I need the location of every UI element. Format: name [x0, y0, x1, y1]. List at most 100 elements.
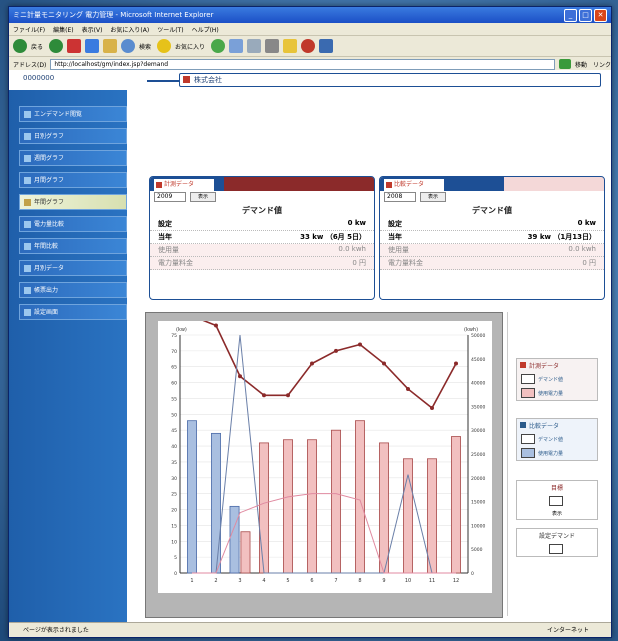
legend-item[interactable]: 使用電力量	[517, 446, 597, 460]
go-label[interactable]: 移動	[575, 60, 587, 69]
legend-item[interactable]: デマンド値	[517, 372, 597, 386]
bar	[240, 531, 251, 574]
page-content: 0000000 株式会社 エンデマンド閲覧 日別グラフ 週間グラフ 月間グラフ 年間グラ…	[9, 70, 611, 622]
sidebar-item[interactable]: 日別グラフ	[19, 128, 127, 144]
legend-target-show[interactable]: 表示	[517, 508, 597, 519]
address-label: アドレス(D)	[13, 61, 47, 69]
search-label[interactable]: 検索	[139, 42, 151, 51]
legend-target-row[interactable]	[517, 494, 597, 508]
row-value: 39 kw （1月13日）	[527, 233, 596, 241]
stop-icon[interactable]	[67, 39, 82, 53]
legend-current: 計測データ デマンド値 使用電力量	[516, 358, 598, 401]
y2-axis-label: (kwh)	[464, 327, 478, 333]
sidebar-item[interactable]: 月間グラフ	[19, 172, 127, 188]
x-tick-label: 8	[358, 578, 361, 584]
y2-tick-label: 50000	[471, 333, 485, 339]
links-label[interactable]: リンク	[593, 60, 611, 69]
line-icon	[521, 374, 535, 384]
series-point	[310, 361, 314, 366]
back-label[interactable]: 戻る	[31, 42, 43, 51]
sidebar-item[interactable]: 設定画面	[19, 304, 127, 320]
row-value: 0 円	[582, 259, 596, 267]
sidebar-item[interactable]: 年間グラフ	[19, 194, 127, 210]
sidebar-item[interactable]: 電力量比較	[19, 216, 127, 232]
panel-current: 計測データ 2009 表示 デマンド値 設定 0 kw 当年 33 kw （6月 5…	[149, 176, 375, 300]
row-label: 電力量料金	[388, 259, 423, 267]
panel-current-controls: 2009 表示	[150, 191, 374, 203]
favorites-label[interactable]: お気に入り	[175, 42, 205, 51]
show-button[interactable]: 表示	[420, 192, 446, 202]
menu-tools[interactable]: ツール(T)	[157, 25, 183, 34]
company-icon	[183, 76, 190, 83]
menu-view[interactable]: 表示(V)	[82, 25, 103, 34]
row-label: 設定	[158, 220, 172, 228]
demand-chart: 0510152025303540455055606570750500010000…	[171, 313, 485, 584]
search-icon[interactable]	[121, 39, 136, 53]
sidebar-nav: エンデマンド閲覧日別グラフ週間グラフ月間グラフ年間グラフ電力量比較年間比較月別デ…	[9, 90, 127, 622]
mail-icon[interactable]	[247, 39, 262, 53]
sidebar-item[interactable]: 年間比較	[19, 238, 127, 254]
panel-compare-controls: 2008 表示	[380, 191, 604, 203]
close-button[interactable]: ✕	[594, 8, 607, 22]
home-icon[interactable]	[103, 39, 118, 53]
menu-bar: ファイル(F) 編集(E) 表示(V) お気に入り(A) ツール(T) ヘルプ(…	[9, 23, 611, 36]
legend-item[interactable]: デマンド値	[517, 432, 597, 446]
row-value: 0 kw	[577, 219, 596, 227]
sidebar-item[interactable]: 月別データ	[19, 260, 127, 276]
chart-area: 0 5 10 15 20 25 30 35 40 45 50 55 60 65 70 75 0 5000 10000…	[158, 313, 492, 593]
sidebar-item-label: エンデマンド閲覧	[34, 111, 83, 118]
y-tick-label: 70	[171, 349, 177, 355]
sidebar-item[interactable]: エンデマンド閲覧	[19, 106, 127, 122]
row-label: 当年	[158, 233, 172, 241]
legend-item-label: デマンド値	[538, 436, 564, 443]
minimize-button[interactable]: _	[564, 8, 577, 22]
favorites-icon[interactable]	[157, 39, 172, 53]
maximize-button[interactable]: □	[579, 8, 592, 22]
window-title: ミニ計量モニタリング 電力管理 - Microsoft Internet Exp…	[13, 11, 214, 19]
forward-icon[interactable]	[49, 39, 64, 53]
y-axis-label: (kw)	[176, 327, 187, 333]
bar-icon	[521, 388, 535, 398]
row-charge: 電力量料金 0 円	[380, 257, 604, 270]
y-tick-label: 25	[171, 492, 177, 498]
legend-setting-title: 設定デマンド	[538, 533, 575, 540]
x-tick-label: 6	[310, 578, 313, 584]
nav-icon	[24, 243, 31, 250]
menu-favorites[interactable]: お気に入り(A)	[110, 25, 149, 34]
print-icon[interactable]	[265, 39, 280, 53]
year-select[interactable]: 2009	[154, 192, 186, 202]
y-tick-label: 75	[171, 333, 177, 339]
back-icon[interactable]	[13, 39, 27, 53]
sidebar-item[interactable]: 帳票出力	[19, 282, 127, 298]
bar	[187, 420, 197, 574]
menu-file[interactable]: ファイル(F)	[13, 25, 45, 34]
line-icon	[521, 434, 535, 444]
bar	[331, 429, 341, 574]
sidebar-item-label: 年間比較	[34, 243, 59, 250]
series-point	[358, 342, 362, 347]
show-button[interactable]: 表示	[190, 192, 216, 202]
media-icon[interactable]	[211, 39, 226, 53]
x-tick-label: 7	[334, 578, 337, 584]
menu-edit[interactable]: 編集(E)	[53, 25, 73, 34]
legend-setting-row[interactable]	[517, 542, 597, 556]
menu-help[interactable]: ヘルプ(H)	[192, 25, 219, 34]
messenger-icon[interactable]	[301, 39, 316, 53]
legend-item[interactable]: 使用電力量	[517, 386, 597, 400]
row-this-year: 当年 39 kw （1月13日）	[380, 231, 604, 244]
x-tick-label: 2	[214, 578, 217, 584]
row-label: 設定	[388, 220, 402, 228]
year-select[interactable]: 2008	[384, 192, 416, 202]
company-name: 株式会社	[194, 76, 222, 84]
sidebar-item[interactable]: 週間グラフ	[19, 150, 127, 166]
series-point	[430, 405, 434, 410]
go-icon[interactable]	[558, 59, 571, 69]
folder-icon[interactable]	[283, 39, 298, 53]
panel-current-tab: 計測データ	[154, 179, 214, 191]
address-input[interactable]: http://localhost/gm/index.jsp?demand	[50, 58, 555, 70]
refresh-icon[interactable]	[85, 39, 100, 53]
row-this-year: 当年 33 kw （6月 5日）	[150, 231, 374, 244]
research-icon[interactable]	[319, 39, 334, 53]
y-tick-label: 55	[171, 396, 177, 402]
history-icon[interactable]	[229, 39, 244, 53]
